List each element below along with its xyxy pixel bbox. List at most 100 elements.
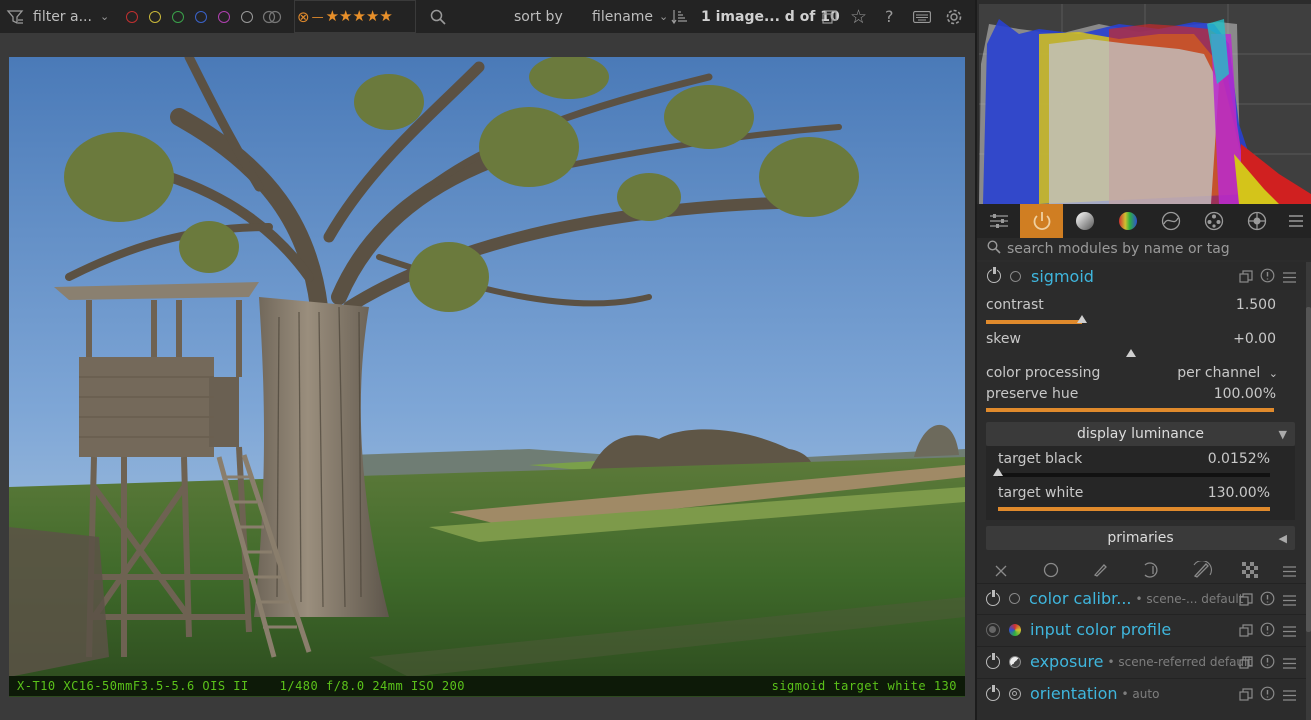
- module-name: input color profile: [1030, 620, 1172, 639]
- multi-instance-icon[interactable]: [1239, 269, 1253, 288]
- grouping-icon[interactable]: [822, 0, 838, 33]
- multi-instance-icon[interactable]: [1239, 655, 1253, 674]
- module-row-orientation[interactable]: orientation • auto: [977, 678, 1307, 708]
- presets-icon[interactable]: [1283, 592, 1296, 611]
- active-modules-icon[interactable]: [1020, 204, 1063, 238]
- search-input[interactable]: search modules by name or tag: [1007, 241, 1230, 257]
- color-label-and-or-icon[interactable]: [262, 0, 282, 33]
- multi-instance-icon[interactable]: [1239, 592, 1253, 611]
- module-row-color-calibration[interactable]: color calibr... • scene-... default: [977, 583, 1307, 613]
- contrast-track[interactable]: [986, 315, 1276, 324]
- module-name: orientation: [1030, 684, 1118, 703]
- target-black-track[interactable]: [993, 468, 1270, 477]
- filter-dropdown[interactable]: filter a... ⌄: [33, 0, 109, 33]
- blend-menu-icon[interactable]: [1283, 563, 1296, 582]
- rating-filter[interactable]: ⊗ — ★★★★★: [294, 0, 416, 33]
- base-icon[interactable]: [1063, 204, 1106, 238]
- histogram[interactable]: [979, 4, 1311, 204]
- star-icon[interactable]: ☆: [850, 0, 867, 33]
- range-dash-icon: —: [311, 9, 324, 24]
- module-row-exposure[interactable]: exposure • scene-referred default: [977, 646, 1307, 676]
- gear-icon[interactable]: [945, 0, 963, 33]
- effect-icon[interactable]: [1192, 204, 1235, 238]
- gray-label-icon[interactable]: [241, 10, 253, 23]
- preserve-hue-fill: [986, 408, 1274, 412]
- green-label-icon[interactable]: [172, 10, 184, 23]
- target-black-label: target black: [998, 451, 1083, 467]
- color-icon[interactable]: [1106, 204, 1149, 238]
- help-icon[interactable]: ?: [885, 0, 894, 33]
- purple-label-icon[interactable]: [218, 10, 230, 23]
- target-white-slider[interactable]: target white 130.00%: [998, 485, 1270, 515]
- presets-icon[interactable]: [1283, 655, 1296, 674]
- presets-icon[interactable]: [1283, 687, 1296, 706]
- module-name: exposure: [1030, 652, 1104, 671]
- uniform-mask-icon[interactable]: [1043, 562, 1059, 582]
- target-black-marker[interactable]: [993, 468, 1003, 476]
- search-icon[interactable]: [430, 0, 446, 33]
- presets-icon[interactable]: [1283, 269, 1296, 288]
- reset-icon[interactable]: [1260, 622, 1275, 641]
- darktable-window: filter a... ⌄ ⊗ — ★★★★★ sort by filename…: [0, 0, 1311, 720]
- target-black-slider[interactable]: target black 0.0152%: [993, 451, 1270, 481]
- color-module-icon: [1009, 623, 1021, 636]
- sort-field-value: filename: [592, 8, 654, 25]
- primaries-title: primaries: [1107, 530, 1174, 546]
- sort-order-icon[interactable]: [671, 0, 689, 33]
- scrollbar-thumb[interactable]: [1306, 307, 1311, 632]
- reset-icon[interactable]: [1260, 686, 1275, 705]
- reset-icon[interactable]: [1260, 654, 1275, 673]
- skew-value: +0.00: [1233, 331, 1276, 347]
- preserve-hue-track[interactable]: [986, 408, 1274, 412]
- orientation-module-icon: [1009, 687, 1021, 700]
- filter-icon[interactable]: [6, 0, 24, 33]
- reset-icon[interactable]: [1260, 591, 1275, 610]
- power-icon[interactable]: [986, 652, 1000, 669]
- contrast-fill: [986, 320, 1082, 324]
- primaries-section-header[interactable]: primaries ◀: [986, 526, 1295, 550]
- color-processing-label: color processing: [986, 365, 1101, 381]
- overlay-module-info: sigmoid target white 130: [771, 679, 957, 693]
- target-white-track[interactable]: [998, 507, 1270, 511]
- module-row-input-color-profile[interactable]: input color profile: [977, 614, 1307, 644]
- blue-label-icon[interactable]: [195, 10, 207, 23]
- power-icon[interactable]: [986, 589, 1000, 606]
- contrast-slider[interactable]: contrast 1.500: [986, 297, 1276, 329]
- center-view[interactable]: X-T10 XC16-50mmF3.5-5.6 OIS II 1/480 f/8…: [0, 33, 975, 720]
- drawn-mask-icon[interactable]: [1092, 562, 1108, 582]
- power-icon[interactable]: [986, 684, 1000, 701]
- preserve-hue-slider[interactable]: preserve hue 100.00%: [986, 386, 1276, 416]
- drawn-parametric-mask-icon[interactable]: [1192, 560, 1212, 583]
- skew-slider[interactable]: skew +0.00: [986, 331, 1276, 363]
- presets-icon[interactable]: [1283, 623, 1296, 642]
- color-processing-combobox[interactable]: color processing per channel ⌄: [986, 365, 1278, 385]
- skew-marker[interactable]: [1126, 349, 1136, 357]
- reject-icon[interactable]: ⊗: [297, 8, 310, 26]
- multi-instance-icon[interactable]: [1239, 623, 1253, 642]
- power-icon[interactable]: [987, 267, 1001, 283]
- quick-access-icon[interactable]: [977, 204, 1020, 238]
- module-label: • scene-referred default: [1107, 654, 1253, 669]
- display-luminance-section-header[interactable]: display luminance ▼: [986, 422, 1295, 446]
- panel-scrollbar[interactable]: [1306, 262, 1311, 720]
- module-group-tabs: [977, 204, 1311, 238]
- sort-by-label: sort by: [514, 8, 563, 25]
- contrast-marker[interactable]: [1076, 315, 1087, 323]
- keyboard-icon[interactable]: [913, 0, 931, 33]
- no-mask-icon[interactable]: [994, 563, 1008, 582]
- reset-icon[interactable]: [1260, 268, 1275, 287]
- sigmoid-module-header[interactable]: sigmoid: [977, 262, 1307, 290]
- red-label-icon[interactable]: [126, 10, 138, 23]
- yellow-label-icon[interactable]: [149, 10, 161, 23]
- image-count: 1 image... d of 10: [701, 8, 840, 25]
- main-image[interactable]: [9, 57, 965, 697]
- raster-mask-icon[interactable]: [1242, 562, 1258, 582]
- sort-field-dropdown[interactable]: filename ⌄: [592, 0, 668, 33]
- multi-instance-icon[interactable]: [1239, 687, 1253, 706]
- presets-menu-icon[interactable]: [1278, 204, 1311, 238]
- rating-stars[interactable]: ★★★★★: [326, 9, 393, 24]
- technical-icon[interactable]: [1235, 204, 1278, 238]
- parametric-mask-icon[interactable]: [1142, 562, 1160, 582]
- module-search[interactable]: search modules by name or tag: [977, 238, 1311, 260]
- correct-icon[interactable]: [1149, 204, 1192, 238]
